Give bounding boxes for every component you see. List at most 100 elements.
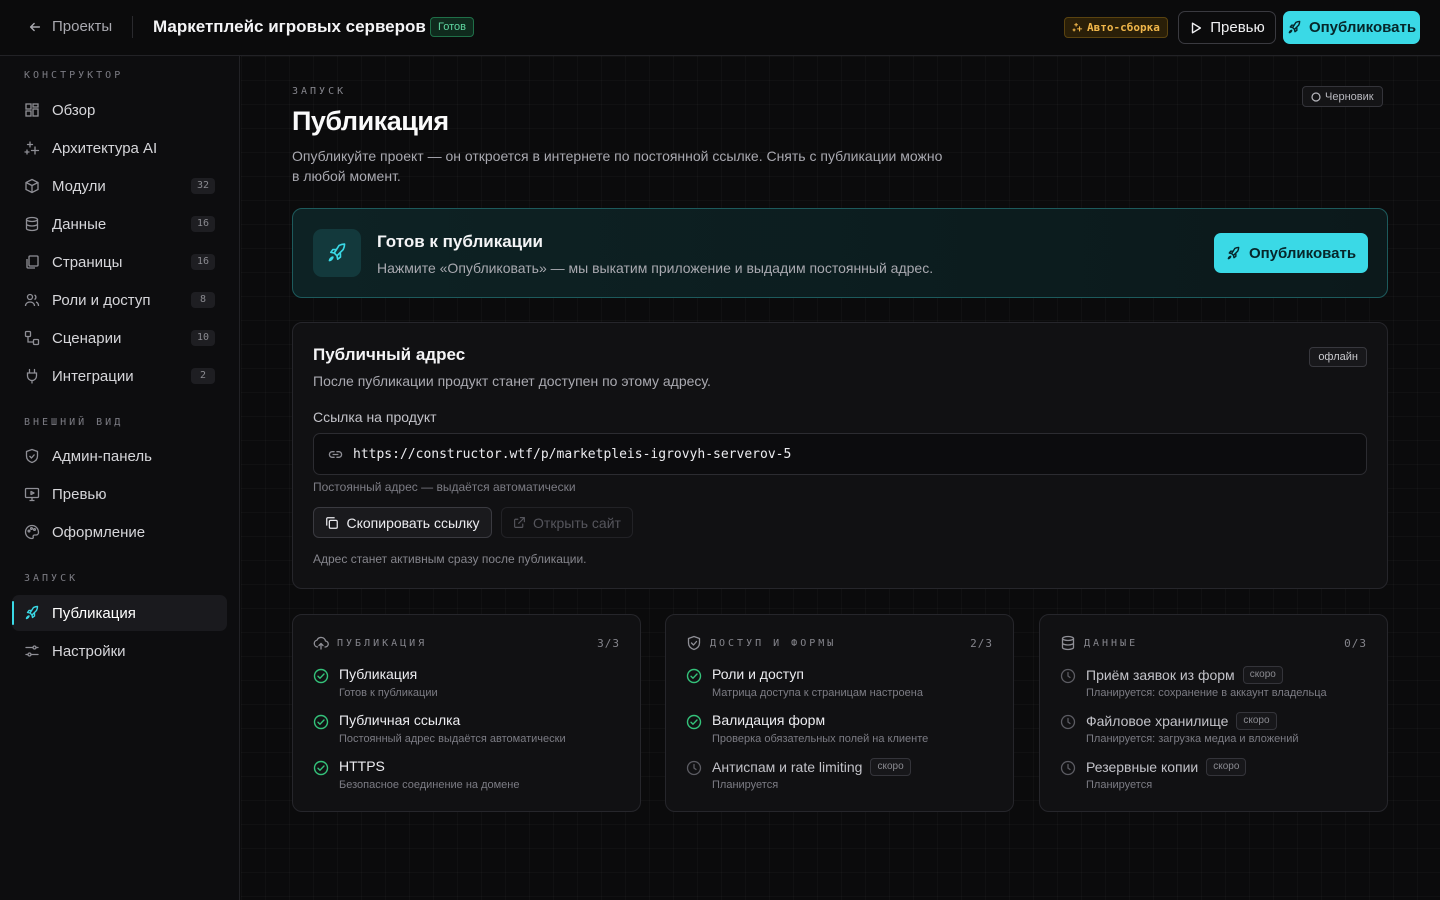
sparkles-icon bbox=[1072, 22, 1083, 32]
preview-button[interactable]: Превью bbox=[1178, 11, 1276, 44]
sidebar-section-title: ЗАПУСК bbox=[24, 573, 79, 584]
count-badge: 10 bbox=[191, 330, 215, 346]
divider bbox=[132, 16, 133, 38]
checklist-item-title: Роли и доступ bbox=[712, 666, 804, 682]
address-subtitle: После публикации продукт станет доступен… bbox=[313, 373, 711, 389]
back-label: Проекты bbox=[52, 18, 113, 35]
palette-icon bbox=[24, 524, 40, 540]
check-circle-icon bbox=[313, 760, 329, 776]
sidebar-item-label: Страницы bbox=[52, 253, 123, 271]
publish-button[interactable]: Опубликовать bbox=[1283, 11, 1420, 44]
sidebar-item-modules[interactable]: Модули 32 bbox=[12, 168, 227, 204]
checklist-title: ДАННЫЕ bbox=[1084, 637, 1139, 649]
checklist-item-desc: Планируется bbox=[712, 779, 779, 791]
page-description: Опубликуйте проект — он откроется в инте… bbox=[292, 148, 943, 184]
checklist-item: Валидация форм Проверка обязательных пол… bbox=[686, 711, 1006, 751]
project-title: Маркетплейс игровых серверов bbox=[153, 17, 426, 36]
rocket-icon bbox=[25, 605, 39, 620]
sidebar-item-roles[interactable]: Роли и доступ 8 bbox=[12, 282, 227, 318]
sidebar-item-publication[interactable]: Публикация bbox=[12, 595, 227, 631]
sidebar-section-title: ВНЕШНИЙ ВИД bbox=[24, 417, 124, 428]
sidebar-item-label: Интеграции bbox=[52, 367, 134, 385]
checklist-count: 3/3 bbox=[597, 637, 620, 650]
sidebar-item-label: Админ-панель bbox=[52, 447, 152, 465]
checklist-item-desc: Проверка обязательных полей на клиенте bbox=[712, 733, 929, 745]
checklist-item: Роли и доступ Матрица доступа к страница… bbox=[686, 665, 1006, 705]
copy-link-label: Скопировать ссылку bbox=[346, 514, 480, 531]
checklist-item-title: Приём заявок из форм bbox=[1086, 667, 1235, 683]
publish-label: Опубликовать bbox=[1308, 19, 1417, 36]
checklist-item: Приём заявок из форм скоро Планируется: с… bbox=[1060, 665, 1380, 705]
open-site-button[interactable]: Открыть сайт bbox=[501, 507, 633, 538]
sidebar-item-preview[interactable]: Превью bbox=[12, 476, 227, 512]
checklist-item-title: Публичная ссылка bbox=[339, 712, 461, 728]
sidebar-item-overview[interactable]: Обзор bbox=[12, 92, 227, 128]
rocket-icon bbox=[1227, 246, 1240, 259]
count-badge: 8 bbox=[191, 292, 215, 308]
ready-to-publish-card: Готов к публикации Нажмите «Опубликовать… bbox=[292, 208, 1388, 298]
checklist-header: ДАННЫЕ bbox=[1060, 635, 1138, 651]
check-circle-icon bbox=[686, 714, 702, 730]
sidebar-item-data[interactable]: Данные 16 bbox=[12, 206, 227, 242]
sidebar-item-pages[interactable]: Страницы 16 bbox=[12, 244, 227, 280]
checklist-item-title: Валидация форм bbox=[712, 712, 826, 728]
checklist-title: ПУБЛИКАЦИЯ bbox=[337, 637, 428, 649]
checklist-card-data: ДАННЫЕ 0/3 Приём заявок из форм скоро Пла… bbox=[1039, 614, 1388, 812]
copy-link-button[interactable]: Скопировать ссылку bbox=[313, 507, 492, 538]
checklist-item: Файловое хранилище скоро Планируется: заг… bbox=[1060, 711, 1380, 751]
workflow-icon bbox=[24, 330, 40, 346]
open-site-label: Открыть сайт bbox=[533, 514, 621, 531]
count-badge: 16 bbox=[191, 216, 215, 232]
checklist-card-access-forms: ДОСТУП И ФОРМЫ 2/3 Роли и доступ Матрица… bbox=[665, 614, 1014, 812]
circle-icon bbox=[1311, 91, 1321, 102]
product-url-field[interactable]: https://constructor.wtf/p/marketpleis-ig… bbox=[313, 433, 1367, 475]
checklist-item-title: Файловое хранилище bbox=[1086, 713, 1229, 729]
soon-badge: скоро bbox=[1206, 758, 1247, 776]
rocket-icon bbox=[328, 243, 346, 262]
auto-build-badge[interactable]: Авто-сборка bbox=[1064, 17, 1168, 38]
sparkles-icon bbox=[24, 141, 40, 155]
ready-subtitle: Нажмите «Опубликовать» — мы выкатим прил… bbox=[377, 260, 934, 276]
check-circle-icon bbox=[686, 668, 702, 684]
sidebar-item-appearance[interactable]: Оформление bbox=[12, 514, 227, 550]
checklist-item-desc: Матрица доступа к страницам настроена bbox=[712, 687, 923, 699]
monitor-icon bbox=[24, 487, 40, 502]
checklist-item-title: Резервные копии bbox=[1086, 759, 1199, 775]
soon-badge: скоро bbox=[870, 758, 911, 776]
sidebar-item-integrations[interactable]: Интеграции 2 bbox=[12, 358, 227, 394]
publish-now-button[interactable]: Опубликовать bbox=[1214, 233, 1368, 273]
sidebar-item-label: Модули bbox=[52, 177, 106, 195]
sidebar-item-label: Архитектура AI bbox=[52, 139, 158, 157]
back-to-projects-link[interactable]: Проекты bbox=[28, 18, 112, 35]
dashboard-icon bbox=[25, 103, 39, 117]
checklist-header: ДОСТУП И ФОРМЫ bbox=[686, 635, 836, 651]
checklist-item-desc: Планируется: загрузка медиа и вложений bbox=[1086, 733, 1299, 745]
draft-badge: Черновик bbox=[1302, 86, 1383, 107]
sidebar: КОНСТРУКТОР Обзор Архитектура AI Модули … bbox=[0, 56, 240, 900]
checklist-item-desc: Постоянный адрес выдаётся автоматически bbox=[339, 733, 566, 745]
sidebar-item-scenarios[interactable]: Сценарии 10 bbox=[12, 320, 227, 356]
cloud-upload-icon bbox=[313, 636, 329, 650]
database-icon bbox=[25, 216, 39, 232]
shield-icon bbox=[25, 448, 39, 464]
checklist-item-desc: Планируется: сохранение в аккаунт владел… bbox=[1086, 687, 1327, 699]
plug-icon bbox=[26, 368, 38, 384]
product-link-label: Ссылка на продукт bbox=[313, 409, 437, 425]
address-title: Публичный адрес bbox=[313, 345, 466, 364]
external-link-icon bbox=[514, 517, 525, 528]
sidebar-item-label: Превью bbox=[52, 485, 107, 503]
box-icon bbox=[25, 178, 39, 194]
publish-now-label: Опубликовать bbox=[1248, 244, 1357, 262]
clock-icon bbox=[1060, 668, 1076, 684]
top-bar: Проекты Маркетплейс игровых серверов Гот… bbox=[0, 0, 1440, 56]
link-icon bbox=[328, 450, 343, 458]
clock-icon bbox=[1060, 714, 1076, 730]
sidebar-item-ai-architecture[interactable]: Архитектура AI bbox=[12, 130, 227, 166]
sidebar-item-label: Сценарии bbox=[52, 329, 122, 347]
sidebar-item-admin[interactable]: Админ-панель bbox=[12, 438, 227, 474]
sidebar-item-label: Публикация bbox=[52, 604, 136, 622]
sidebar-item-settings[interactable]: Настройки bbox=[12, 633, 227, 669]
sidebar-item-label: Роли и доступ bbox=[52, 291, 151, 309]
database-icon bbox=[1061, 635, 1075, 651]
checklist-item: Публичная ссылка Постоянный адрес выдаёт… bbox=[313, 711, 633, 751]
